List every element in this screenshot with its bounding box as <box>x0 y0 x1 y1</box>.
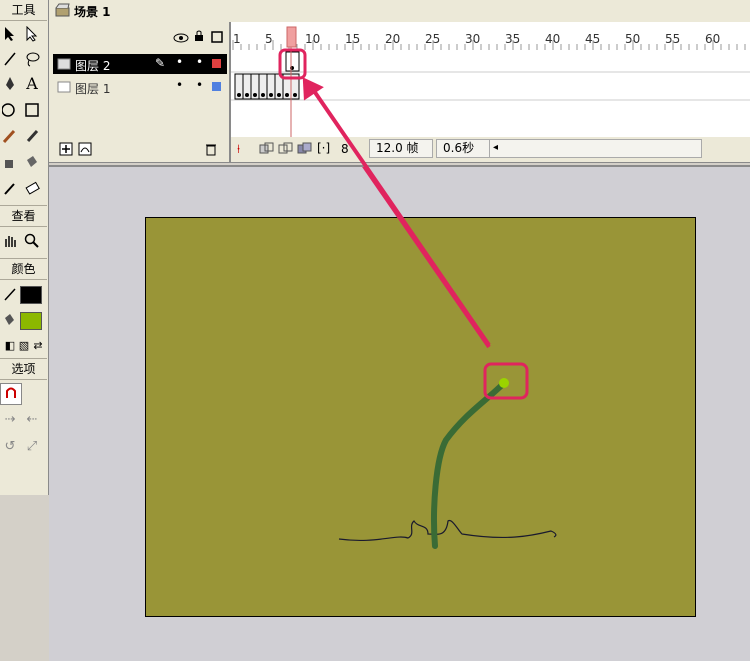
stage-drawing <box>338 378 557 549</box>
layer-color-box[interactable] <box>212 59 221 68</box>
trash-icon[interactable] <box>205 142 217 159</box>
tools-panel: 工具 A 查看 颜色 ◧ ▧ ⇄ 选项 ⇢ ⇠ ↺ ⤢ <box>0 0 49 495</box>
lasso-tool-icon[interactable] <box>22 49 42 69</box>
scale-icon[interactable]: ⤢ <box>22 437 42 457</box>
outline-icon[interactable] <box>211 31 223 46</box>
oval-tool-icon[interactable] <box>0 100 20 120</box>
zoom-tool-icon[interactable] <box>22 231 42 251</box>
pencil-icon: ✎ <box>155 56 166 70</box>
layer-panel: 图层 2 ✎ • • 图层 1 • • <box>49 22 231 162</box>
layer-row-1[interactable]: 图层 1 • • <box>53 77 227 97</box>
rotate-icon[interactable]: ↺ <box>0 437 20 457</box>
layer-icon <box>57 80 71 97</box>
hand-tool-icon[interactable] <box>0 231 20 251</box>
brush-tool-icon[interactable] <box>22 126 42 146</box>
options-title: 选项 <box>0 358 47 380</box>
text-tool-icon[interactable]: A <box>22 74 42 94</box>
layer-color-box[interactable] <box>212 82 221 91</box>
timeline: 图层 2 ✎ • • 图层 1 • • 1 5 10 15 20 25 30 3… <box>49 22 750 163</box>
modify-onion-markers-icon[interactable]: [·] <box>317 141 330 155</box>
smooth-icon[interactable]: ⇢ <box>0 410 20 430</box>
lock-dot[interactable]: • <box>196 55 203 69</box>
ruler-tick-label: 20 <box>385 32 401 46</box>
arrow-tool-icon[interactable] <box>0 24 20 44</box>
fill-bucket-icon <box>0 310 20 330</box>
snap-magnet-icon[interactable] <box>0 383 22 405</box>
ruler-tick-label: 35 <box>505 32 521 46</box>
ruler-tick-label: 25 <box>425 32 441 46</box>
add-layer-icon[interactable] <box>59 142 73 159</box>
ruler-tick-label: 5 <box>265 32 273 46</box>
tools-title: 工具 <box>0 0 47 21</box>
eyedropper-tool-icon[interactable] <box>0 178 20 198</box>
pencil-tool-icon[interactable] <box>0 126 20 146</box>
pen-tool-icon[interactable] <box>0 74 20 94</box>
straighten-icon[interactable]: ⇠ <box>22 410 42 430</box>
ruler-tick-label: 30 <box>465 32 481 46</box>
ruler-tick-label: 40 <box>545 32 561 46</box>
layer-name: 图层 1 <box>75 82 111 96</box>
layer1-keyframe[interactable] <box>261 93 265 97</box>
ruler-tick-label: 50 <box>625 32 641 46</box>
layer-icon <box>57 57 71 74</box>
lock-icon[interactable] <box>194 30 204 45</box>
layer-name: 图层 2 <box>75 59 111 73</box>
layer1-keyframe[interactable] <box>245 93 249 97</box>
subselect-tool-icon[interactable] <box>22 24 42 44</box>
line-tool-icon[interactable] <box>0 49 20 69</box>
layer1-keyframe[interactable] <box>269 93 273 97</box>
visible-dot[interactable]: • <box>176 55 183 69</box>
layer1-keyframe[interactable] <box>253 93 257 97</box>
clapper-icon <box>55 3 71 20</box>
layer1-keyframe[interactable] <box>285 93 289 97</box>
view-title: 查看 <box>0 205 47 227</box>
layer1-keyframe[interactable] <box>277 93 281 97</box>
eraser-tool-icon[interactable] <box>22 178 42 198</box>
ruler-tick-label: 10 <box>305 32 321 46</box>
ruler-tick-label: 45 <box>585 32 601 46</box>
lock-dot[interactable]: • <box>196 78 203 92</box>
layer1-keyframe[interactable] <box>237 93 241 97</box>
onion-outline-icon[interactable] <box>278 142 294 159</box>
stroke-color-swatch[interactable] <box>20 286 42 304</box>
ground-line <box>338 519 557 542</box>
swap-colors-icon[interactable]: ⇄ <box>28 336 48 356</box>
timeline-scrollbar[interactable]: ◂ <box>489 139 702 158</box>
onion-skin-icon[interactable] <box>259 142 275 159</box>
scroll-left-icon[interactable]: ◂ <box>493 142 498 153</box>
paint-bucket-tool-icon[interactable] <box>22 152 42 172</box>
scene-label[interactable]: 场景 1 <box>74 3 111 20</box>
stem <box>431 380 507 549</box>
stage[interactable] <box>145 217 696 617</box>
visible-dot[interactable]: • <box>176 78 183 92</box>
add-guide-layer-icon[interactable] <box>78 142 92 159</box>
fill-color-swatch[interactable] <box>20 312 42 330</box>
ruler-tick-label: 15 <box>345 32 361 46</box>
edit-multiple-frames-icon[interactable] <box>297 142 313 159</box>
ink-bottle-tool-icon[interactable] <box>0 152 20 172</box>
stage-area <box>49 165 750 661</box>
current-frame-readout: 8 <box>341 142 349 156</box>
layer1-keyframe[interactable] <box>293 93 297 97</box>
elapsed-time: 0.6秒 <box>436 139 490 158</box>
stroke-pencil-icon <box>0 284 20 304</box>
rectangle-tool-icon[interactable] <box>22 100 42 120</box>
ruler-tick-label: 55 <box>665 32 681 46</box>
eye-icon[interactable] <box>173 32 189 46</box>
ruler-tick-label: 1 <box>233 32 241 46</box>
frame-rate: 12.0 帧 <box>369 139 433 158</box>
layer-row-2[interactable]: 图层 2 ✎ • • <box>53 54 227 74</box>
scene-bar: 场景 1 <box>49 0 750 23</box>
frame-area[interactable]: 1 5 10 15 20 25 30 35 40 45 50 55 60 ⍿ [·] 8 12.0 帧 … <box>231 22 750 162</box>
ruler-tick-label: 60 <box>705 32 721 46</box>
center-frame-icon[interactable]: ⍿ <box>237 142 240 157</box>
colors-title: 颜色 <box>0 258 47 280</box>
bud <box>499 378 509 388</box>
